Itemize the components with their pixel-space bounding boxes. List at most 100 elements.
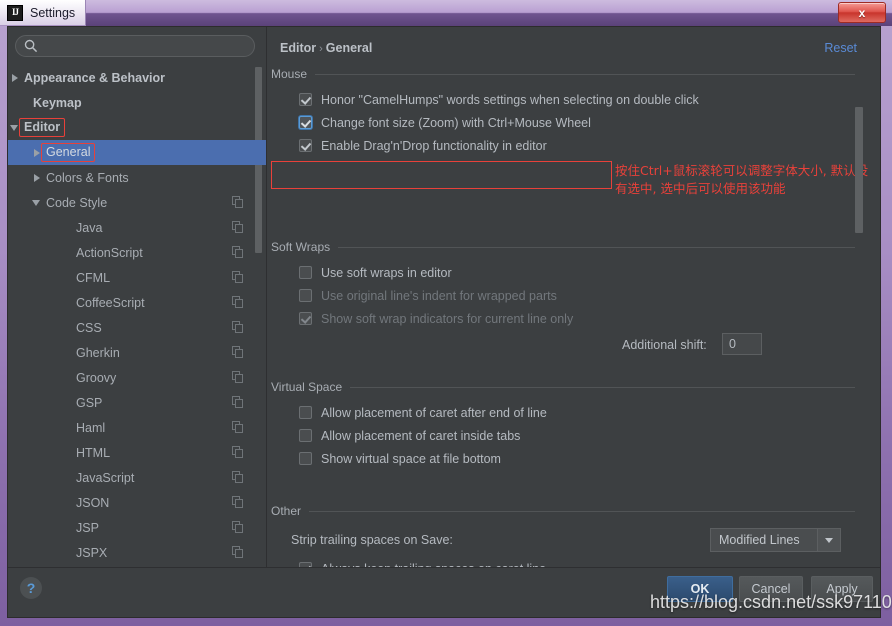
option-label: Use original line's indent for wrapped p… [321, 289, 557, 303]
checkbox[interactable] [299, 93, 312, 106]
option-row[interactable]: Show virtual space at file bottom [299, 448, 855, 471]
virtual-space-section: Virtual Space Allow placement of caret a… [271, 376, 855, 471]
copy-icon[interactable] [232, 221, 244, 233]
sidebar-item-general[interactable]: General [8, 140, 266, 165]
chevron-down-icon[interactable] [30, 196, 43, 209]
sidebar-item-label: JSP [76, 520, 99, 535]
search-input[interactable] [15, 35, 255, 57]
copy-icon[interactable] [232, 246, 244, 258]
chevron-right-icon[interactable] [8, 71, 21, 84]
chevron-right-icon[interactable] [30, 171, 43, 184]
sidebar-item-keymap[interactable]: Keymap [8, 90, 266, 115]
sidebar-item-css[interactable]: CSS [8, 315, 266, 340]
copy-icon[interactable] [232, 346, 244, 358]
close-icon[interactable]: x [838, 2, 886, 23]
copy-icon[interactable] [232, 546, 244, 558]
option-row[interactable]: Honor "CamelHumps" words settings when s… [299, 89, 855, 112]
copy-icon[interactable] [232, 321, 244, 333]
copy-icon[interactable] [232, 396, 244, 408]
content-scrollbar-thumb[interactable] [855, 107, 863, 233]
copy-icon[interactable] [232, 521, 244, 533]
option-row: Show soft wrap indicators for current li… [299, 308, 855, 331]
checkbox[interactable] [299, 429, 312, 442]
sidebar-item-html[interactable]: HTML [8, 440, 266, 465]
sidebar-item-colors-fonts[interactable]: Colors & Fonts [8, 165, 266, 190]
settings-tree[interactable]: Appearance & Behavior Keymap Editor General… [8, 65, 266, 565]
copy-icon[interactable] [232, 371, 244, 383]
copy-icon[interactable] [232, 496, 244, 508]
sidebar-item-appearance-behavior[interactable]: Appearance & Behavior [8, 65, 266, 90]
soft-wraps-section-header: Soft Wraps [271, 236, 855, 258]
always-keep-trailing-row[interactable]: Always keep trailing spaces on caret lin… [271, 558, 855, 567]
sidebar-item-label: Editor [18, 118, 66, 137]
sidebar-item-label: JavaScript [76, 470, 135, 485]
option-row[interactable]: Change font size (Zoom) with Ctrl+Mouse … [299, 112, 855, 135]
mouse-section-title: Mouse [271, 67, 308, 81]
settings-window: IJ Settings x Appearance & Behavior Keyma… [0, 0, 892, 626]
sidebar-item-jsp[interactable]: JSP [8, 515, 266, 540]
sidebar-item-coffeescript[interactable]: CoffeeScript [8, 290, 266, 315]
option-label: Honor "CamelHumps" words settings when s… [321, 93, 699, 107]
annotation-text: 按住Ctrl+鼠标滚轮可以调整字体大小, 默认没 有选中, 选中后可以使用该功能 [615, 162, 877, 202]
other-section-header: Other [271, 500, 855, 522]
option-label: Enable Drag'n'Drop functionality in edit… [321, 139, 547, 153]
checkbox[interactable] [299, 116, 312, 129]
sidebar-item-gsp[interactable]: GSP [8, 390, 266, 415]
chevron-right-icon[interactable] [30, 146, 43, 159]
settings-dialog: Appearance & Behavior Keymap Editor General… [7, 26, 881, 618]
sidebar-item-cfml[interactable]: CFML [8, 265, 266, 290]
sidebar-item-gherkin[interactable]: Gherkin [8, 340, 266, 365]
sidebar-item-label: CSS [76, 320, 102, 335]
watermark: https://blog.csdn.net/ssk971103 [650, 592, 892, 612]
option-label: Change font size (Zoom) with Ctrl+Mouse … [321, 116, 591, 130]
copy-icon[interactable] [232, 471, 244, 483]
sidebar-item-label: Gherkin [76, 345, 120, 360]
copy-icon[interactable] [232, 196, 244, 208]
checkbox[interactable] [299, 139, 312, 152]
copy-icon[interactable] [232, 446, 244, 458]
option-row[interactable]: Use soft wraps in editor [299, 262, 855, 285]
option-row[interactable]: Enable Drag'n'Drop functionality in edit… [299, 135, 855, 158]
sidebar-item-actionscript[interactable]: ActionScript [8, 240, 266, 265]
sidebar-item-label: General [40, 143, 96, 162]
additional-shift-label: Additional shift: [622, 338, 707, 352]
breadcrumb-separator-icon: › [319, 43, 323, 55]
sidebar-item-code-style[interactable]: Code Style [8, 190, 266, 215]
checkbox[interactable] [299, 452, 312, 465]
sidebar-item-groovy[interactable]: Groovy [8, 365, 266, 390]
checkbox[interactable] [299, 406, 312, 419]
chevron-down-icon[interactable] [817, 529, 840, 551]
sidebar-item-label: JSPX [76, 545, 108, 560]
option-row[interactable]: Allow placement of caret inside tabs [299, 425, 855, 448]
soft-wraps-section-title: Soft Wraps [271, 240, 331, 254]
copy-icon[interactable] [232, 421, 244, 433]
sidebar-item-javascript[interactable]: JavaScript [8, 465, 266, 490]
sidebar-item-label: GSP [76, 395, 103, 410]
checkbox [299, 312, 312, 325]
copy-icon[interactable] [232, 296, 244, 308]
breadcrumb-parent[interactable]: Editor [280, 41, 316, 55]
sidebar-item-java[interactable]: Java [8, 215, 266, 240]
sidebar-item-label: Keymap [33, 95, 82, 110]
copy-icon[interactable] [232, 271, 244, 283]
settings-sidebar: Appearance & Behavior Keymap Editor General… [8, 27, 266, 567]
option-row[interactable]: Allow placement of caret after end of li… [299, 402, 855, 425]
reset-link[interactable]: Reset [824, 41, 857, 55]
strip-trailing-spaces-value: Modified Lines [719, 533, 800, 547]
other-section-title: Other [271, 504, 302, 518]
checkbox[interactable] [299, 266, 312, 279]
virtual-space-options: Allow placement of caret after end of li… [271, 398, 855, 471]
sidebar-item-label: Groovy [76, 370, 117, 385]
additional-shift-input[interactable] [722, 333, 762, 355]
sidebar-item-jspx[interactable]: JSPX [8, 540, 266, 565]
sidebar-item-json[interactable]: JSON [8, 490, 266, 515]
option-label: Allow placement of caret after end of li… [321, 406, 547, 420]
chevron-down-icon[interactable] [8, 121, 21, 134]
help-icon[interactable]: ? [20, 577, 42, 599]
sidebar-item-haml[interactable]: Haml [8, 415, 266, 440]
strip-trailing-spaces-select[interactable]: Modified Lines [710, 528, 841, 552]
sidebar-item-editor[interactable]: Editor [8, 115, 266, 140]
